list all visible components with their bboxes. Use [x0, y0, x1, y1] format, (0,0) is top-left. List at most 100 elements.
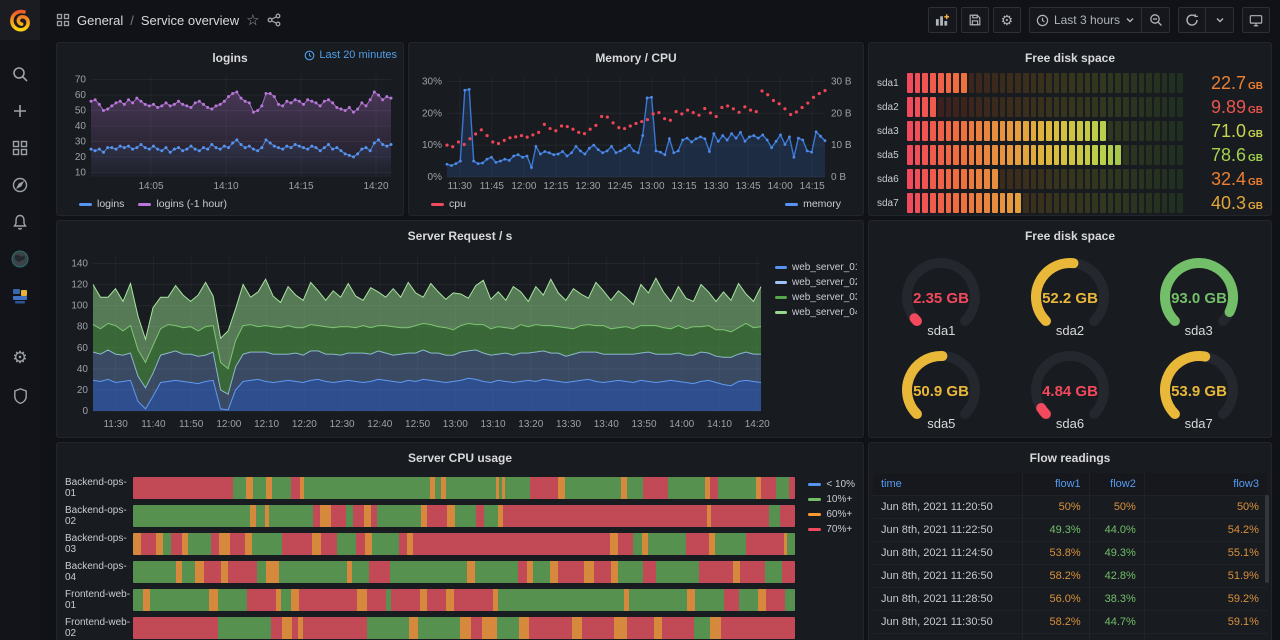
- flow-column-header[interactable]: flow3: [1145, 473, 1267, 495]
- bar-gauge-cell: [992, 169, 998, 189]
- svg-text:12:40: 12:40: [367, 419, 392, 430]
- star-icon[interactable]: ☆: [246, 11, 259, 29]
- bar-gauge-cell: [1054, 97, 1060, 117]
- timeline-segment: [281, 589, 291, 611]
- breadcrumb-dashboard[interactable]: Service overview: [141, 13, 239, 28]
- save-dashboard-button[interactable]: [961, 7, 989, 33]
- flow-column-header[interactable]: flow1: [1023, 473, 1090, 495]
- refresh-button[interactable]: [1178, 7, 1206, 33]
- flow-table-row: Jun 8th, 2021 11:22:5049.3%44.0%54.2%: [873, 519, 1267, 542]
- cpu-usage-legend-item[interactable]: < 10%: [808, 479, 855, 490]
- add-panel-button[interactable]: [928, 7, 957, 33]
- bar-gauge-cell: [922, 73, 928, 93]
- timeline-segment: [447, 505, 454, 527]
- bar-gauge-cell: [1169, 169, 1175, 189]
- svg-text:13:20: 13:20: [518, 419, 543, 430]
- panel-title-requests[interactable]: Server Request / s: [65, 227, 855, 247]
- bar-gauge-cell: [1054, 121, 1060, 141]
- zoom-out-time-button[interactable]: [1142, 7, 1170, 33]
- panel-title-gauges[interactable]: Free disk space: [877, 227, 1263, 247]
- worldmap-plugin-icon[interactable]: [8, 247, 32, 271]
- panel-time-override[interactable]: Last 20 minutes: [304, 49, 397, 61]
- cpu-usage-legend-item[interactable]: 60%+: [808, 509, 855, 520]
- timeline-segment: [420, 589, 427, 611]
- bar-gauge-cell: [984, 145, 990, 165]
- svg-text:52.2 GB: 52.2 GB: [1042, 290, 1098, 307]
- timeline-segment: [761, 477, 777, 499]
- timeline-bar: [133, 477, 795, 499]
- cpu-usage-legend-item[interactable]: 10%+: [808, 494, 855, 505]
- bar-gauge-cell: [1069, 73, 1075, 93]
- bar-gauge-cell: [961, 145, 967, 165]
- svg-text:20: 20: [77, 385, 89, 396]
- timeline-segment: [780, 505, 795, 527]
- timeline-segment: [687, 589, 695, 611]
- time-range-picker[interactable]: Last 3 hours: [1029, 7, 1142, 33]
- timeline-segment: [312, 533, 321, 555]
- bar-gauge-cell: [1077, 121, 1083, 141]
- timeline-segment: [724, 589, 739, 611]
- timeline-segment: [150, 589, 208, 611]
- memcpu-legend-item[interactable]: cpu: [431, 198, 466, 210]
- svg-text:40: 40: [75, 121, 87, 132]
- memcpu-chart: 0%0 B10%10 B20%20 B30%30 B11:3011:4512:0…: [417, 69, 855, 198]
- dashboard-settings-button[interactable]: ⚙: [993, 7, 1021, 33]
- legend-marker: [808, 513, 821, 516]
- bar-gauge-cell: [1162, 193, 1168, 213]
- bar-gauge-cell: [1038, 73, 1044, 93]
- dashboards-icon[interactable]: [8, 136, 32, 160]
- search-icon[interactable]: [8, 62, 32, 86]
- logins-legend-item[interactable]: logins (-1 hour): [138, 198, 227, 210]
- timeline-segment: [365, 533, 373, 555]
- bar-gauge-cell: [1069, 121, 1075, 141]
- panel-title-cpu-usage[interactable]: Server CPU usage: [65, 449, 855, 469]
- disk-value: 40.3GB: [1191, 193, 1263, 214]
- app-plugin-icon[interactable]: [8, 284, 32, 308]
- bar-gauge-cell: [1146, 121, 1152, 141]
- flow-table: timeflow1flow2flow3Jun 8th, 2021 11:20:5…: [873, 473, 1267, 640]
- logins-legend-item[interactable]: logins: [79, 198, 124, 210]
- flow-table-header-row: timeflow1flow2flow3: [873, 473, 1267, 496]
- svg-text:14:05: 14:05: [138, 181, 163, 192]
- logins-chart: 1020304050607014:0514:1014:1514:20: [65, 69, 395, 198]
- bar-gauge-cell: [1131, 145, 1137, 165]
- memcpu-legend-item[interactable]: memory: [785, 198, 841, 210]
- disk-name-label: sda5: [877, 150, 907, 161]
- cpu-usage-legend-item[interactable]: 70%+: [808, 524, 855, 535]
- flow-column-header[interactable]: flow2: [1090, 473, 1145, 495]
- apps-grid-icon[interactable]: [56, 13, 70, 27]
- breadcrumb-folder[interactable]: General: [77, 13, 123, 28]
- refresh-interval-dropdown[interactable]: [1206, 7, 1234, 33]
- create-plus-icon[interactable]: [8, 99, 32, 123]
- panel-title-memcpu[interactable]: Memory / CPU: [417, 49, 855, 69]
- cycle-view-mode-button[interactable]: [1242, 7, 1270, 33]
- timeline-segment: [446, 477, 496, 499]
- panel-title-diskbar[interactable]: Free disk space: [877, 49, 1263, 69]
- bar-gauge-cell: [1100, 145, 1106, 165]
- svg-text:120: 120: [71, 280, 88, 291]
- alerting-bell-icon[interactable]: [8, 210, 32, 234]
- timeline-segment: [614, 617, 627, 639]
- legend-label: < 10%: [826, 479, 855, 490]
- configuration-gear-icon[interactable]: ⚙: [8, 346, 32, 370]
- timeline-segment: [785, 589, 795, 611]
- panel-title-flow[interactable]: Flow readings: [873, 449, 1267, 469]
- bar-gauge-cell: [1061, 97, 1067, 117]
- bar-gauge-cell: [1077, 193, 1083, 213]
- panel-flow-readings: Flow readings timeflow1flow2flow3Jun 8th…: [868, 442, 1272, 640]
- grafana-logo[interactable]: [0, 0, 40, 40]
- bar-gauge-cell: [1139, 97, 1145, 117]
- table-scrollbar[interactable]: [1265, 495, 1269, 583]
- explore-compass-icon[interactable]: [8, 173, 32, 197]
- flow-column-header[interactable]: time: [873, 473, 1023, 495]
- share-icon[interactable]: [267, 13, 281, 27]
- timeline-segment: [782, 561, 795, 583]
- admin-shield-icon[interactable]: [8, 383, 32, 407]
- bar-gauge-cell: [1108, 121, 1114, 141]
- bar-gauge-cell: [1139, 193, 1145, 213]
- timeline-segment: [550, 561, 559, 583]
- bar-gauge-cell: [976, 97, 982, 117]
- svg-text:web_server_01: web_server_01: [791, 262, 857, 273]
- bar-gauge-cell: [1115, 97, 1121, 117]
- timeline-segment: [789, 477, 795, 499]
